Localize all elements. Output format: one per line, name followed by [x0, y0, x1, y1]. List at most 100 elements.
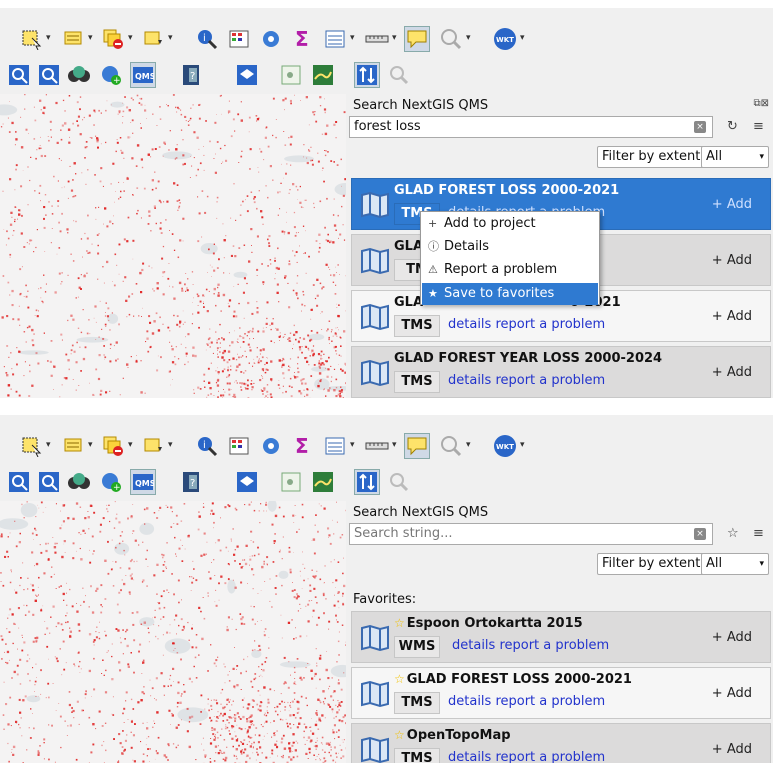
help-book-icon[interactable]: ? — [178, 62, 204, 88]
menu-hamburger-icon[interactable]: ≡ — [753, 526, 764, 541]
menu-item-add-to-project[interactable]: + Add to project — [422, 213, 598, 235]
select-location-icon[interactable] — [140, 433, 166, 459]
disabled-tool-icon[interactable] — [386, 62, 412, 88]
add-button[interactable]: + Add — [712, 630, 752, 645]
report-link[interactable]: report a problem — [495, 694, 605, 709]
favorite-card[interactable]: ☆ Espoon Ortokartta 2015 WMS details repo… — [351, 611, 771, 663]
identify-features-icon[interactable]: i — [194, 26, 220, 52]
qms-plugin-icon[interactable]: QMS — [130, 62, 156, 88]
history-icon[interactable]: ↻ — [727, 119, 738, 134]
add-button[interactable]: + Add — [712, 365, 752, 380]
favorite-card[interactable]: ☆ OpenTopoMap TMS details report a proble… — [351, 723, 771, 763]
search-input[interactable] — [354, 119, 674, 134]
report-link[interactable]: report a problem — [495, 750, 605, 763]
zoom-to-layer-icon[interactable] — [6, 469, 32, 495]
field-calculator-icon[interactable] — [322, 433, 348, 459]
zoom-search-icon[interactable] — [438, 433, 464, 459]
measure-ruler-icon[interactable] — [364, 433, 390, 459]
loss-pixel — [94, 111, 96, 113]
loss-pixel — [329, 240, 332, 243]
clear-search-icon[interactable]: × — [694, 121, 706, 133]
zoom-to-layer-icon[interactable] — [6, 62, 32, 88]
loss-pixel — [248, 503, 251, 506]
settings-gear-icon[interactable] — [258, 26, 284, 52]
select-location-icon[interactable] — [140, 26, 166, 52]
filter-by-extent-checkbox[interactable]: Filter by extent — [597, 146, 706, 168]
binoculars-icon[interactable] — [66, 62, 92, 88]
add-button[interactable]: + Add — [712, 253, 752, 268]
loss-pixel — [249, 330, 251, 332]
menu-item-report-problem[interactable]: ⚠ Report a problem — [422, 259, 598, 281]
filter-combo[interactable]: All ▾ — [701, 146, 769, 168]
loss-pixel — [315, 648, 317, 650]
sort-updown-icon[interactable] — [354, 469, 380, 495]
favorite-card[interactable]: ☆ GLAD FOREST LOSS 2000-2021 TMS details … — [351, 667, 771, 719]
menu-item-details[interactable]: ⓘ Details — [422, 236, 598, 258]
attribute-table-calc-icon[interactable] — [226, 26, 252, 52]
add-globe-icon[interactable]: + — [98, 469, 124, 495]
map-layer-icon[interactable] — [278, 469, 304, 495]
favorites-star-icon[interactable]: ☆ — [727, 526, 739, 541]
loss-pixel — [242, 355, 244, 357]
report-link[interactable]: report a problem — [499, 638, 609, 653]
add-button[interactable]: + Add — [712, 197, 752, 212]
clear-search-icon[interactable]: × — [694, 528, 706, 540]
select-features-icon[interactable] — [18, 26, 44, 52]
loss-pixel — [44, 633, 46, 635]
map-canvas[interactable] — [0, 501, 346, 763]
search-field[interactable]: × — [349, 116, 713, 138]
deselect-features-icon[interactable] — [100, 26, 126, 52]
filter-by-extent-checkbox[interactable]: Filter by extent — [597, 553, 706, 575]
map-tips-icon[interactable] — [404, 26, 430, 52]
terrain-icon[interactable] — [310, 62, 336, 88]
attribute-table-calc-icon[interactable] — [226, 433, 252, 459]
zoom-to-selection-icon[interactable] — [36, 62, 62, 88]
help-book-icon[interactable]: ? — [178, 469, 204, 495]
map-tips-icon[interactable] — [404, 433, 430, 459]
details-link[interactable]: details — [448, 317, 491, 332]
search-input[interactable] — [354, 526, 674, 541]
map-layer-icon[interactable] — [278, 62, 304, 88]
dock-float-close-icon[interactable]: ⧉⊠ — [753, 98, 769, 109]
qms-plugin-icon[interactable]: QMS — [130, 469, 156, 495]
map-canvas[interactable] — [0, 94, 346, 398]
statistics-sigma-icon[interactable]: Σ — [290, 433, 316, 459]
add-button[interactable]: + Add — [712, 686, 752, 701]
layers-icon[interactable] — [234, 62, 260, 88]
zoom-search-icon[interactable] — [438, 26, 464, 52]
filter-combo[interactable]: All ▾ — [701, 553, 769, 575]
select-by-expression-icon[interactable] — [60, 26, 86, 52]
field-calculator-icon[interactable] — [322, 26, 348, 52]
layers-icon[interactable] — [234, 469, 260, 495]
binoculars-icon[interactable] — [66, 469, 92, 495]
wkt-icon[interactable]: WKT — [492, 26, 518, 52]
zoom-to-selection-icon[interactable] — [36, 469, 62, 495]
loss-pixel — [132, 195, 134, 196]
loss-pixel — [64, 504, 66, 506]
terrain-icon[interactable] — [310, 469, 336, 495]
statistics-sigma-icon[interactable]: Σ — [290, 26, 316, 52]
select-by-expression-icon[interactable] — [60, 433, 86, 459]
report-link[interactable]: report a problem — [495, 317, 605, 332]
search-field[interactable]: × — [349, 523, 713, 545]
add-button[interactable]: + Add — [712, 309, 752, 324]
identify-features-icon[interactable]: i — [194, 433, 220, 459]
deselect-features-icon[interactable] — [100, 433, 126, 459]
details-link[interactable]: details — [448, 750, 491, 763]
disabled-tool-icon[interactable] — [386, 469, 412, 495]
details-link[interactable]: details — [452, 638, 495, 653]
add-button[interactable]: + Add — [712, 742, 752, 757]
details-link[interactable]: details — [448, 694, 491, 709]
add-globe-icon[interactable]: + — [98, 62, 124, 88]
result-card[interactable]: GLAD FOREST YEAR LOSS 2000-2024 TMS deta… — [351, 346, 771, 398]
loss-pixel — [306, 393, 309, 397]
measure-ruler-icon[interactable] — [364, 26, 390, 52]
menu-hamburger-icon[interactable]: ≡ — [753, 119, 764, 134]
menu-item-save-favorites[interactable]: ★ Save to favorites — [422, 283, 598, 305]
sort-updown-icon[interactable] — [354, 62, 380, 88]
report-link[interactable]: report a problem — [495, 373, 605, 388]
wkt-icon[interactable]: WKT — [492, 433, 518, 459]
select-features-icon[interactable] — [18, 433, 44, 459]
details-link[interactable]: details — [448, 373, 491, 388]
settings-gear-icon[interactable] — [258, 433, 284, 459]
